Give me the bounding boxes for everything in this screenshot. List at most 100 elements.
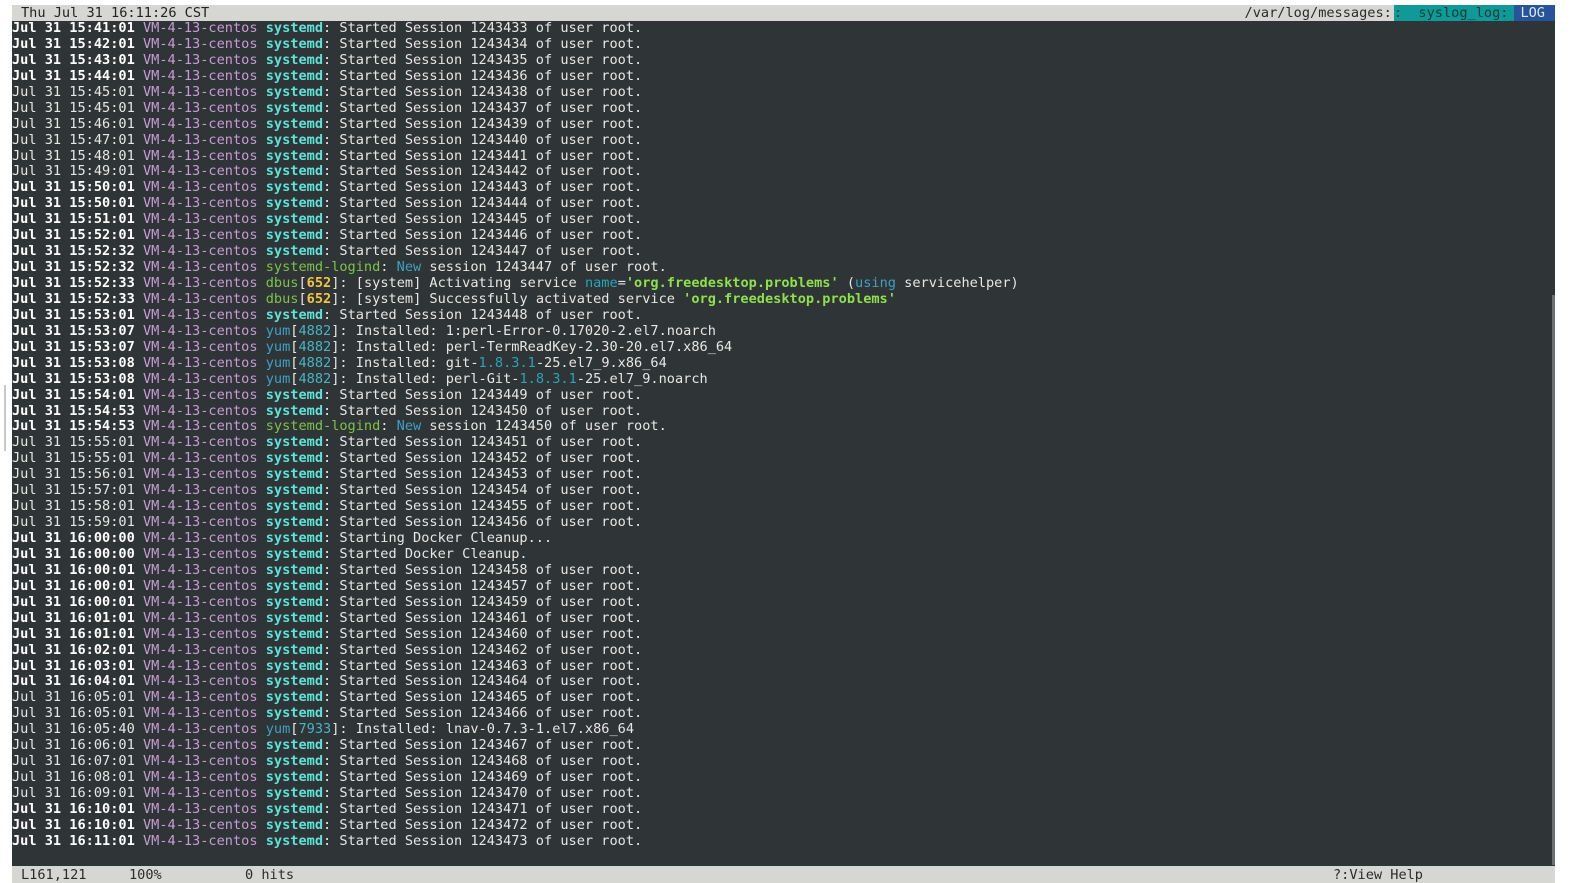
log-hostname: VM-4-13-centos bbox=[142, 386, 258, 403]
log-keyword: New bbox=[396, 259, 422, 276]
log-line[interactable]: Jul 31 15:49:01 VM-4-13-centos systemd: … bbox=[12, 163, 1552, 180]
log-timestamp: Jul 31 15:41:01 bbox=[12, 20, 135, 36]
log-line[interactable]: Jul 31 16:06:01 VM-4-13-centos systemd: … bbox=[12, 737, 1552, 754]
log-timestamp: Jul 31 15:50:01 bbox=[12, 195, 135, 212]
log-message: : Started Session 1243473 of user root. bbox=[323, 832, 643, 849]
log-line[interactable]: Jul 31 15:45:01 VM-4-13-centos systemd: … bbox=[12, 99, 1552, 117]
log-line[interactable]: Jul 31 16:00:00 VM-4-13-centos systemd: … bbox=[12, 546, 1552, 563]
log-process: systemd bbox=[265, 195, 324, 212]
log-line[interactable]: Jul 31 16:00:01 VM-4-13-centos systemd: … bbox=[12, 562, 1552, 579]
log-hostname: VM-4-13-centos bbox=[142, 753, 258, 770]
log-hostname: VM-4-13-centos bbox=[142, 832, 258, 849]
log-pid: 7933 bbox=[298, 721, 332, 738]
log-process: systemd bbox=[265, 20, 324, 36]
log-process: systemd bbox=[265, 498, 324, 515]
log-line[interactable]: Jul 31 16:11:01 VM-4-13-centos systemd: … bbox=[12, 832, 1552, 850]
log-line[interactable]: Jul 31 16:05:40 VM-4-13-centos yum[7933]… bbox=[12, 721, 1552, 738]
log-timestamp: Jul 31 15:57:01 bbox=[12, 482, 135, 499]
log-line[interactable]: Jul 31 15:57:01 VM-4-13-centos systemd: … bbox=[12, 482, 1552, 499]
log-line[interactable]: Jul 31 16:05:01 VM-4-13-centos systemd: … bbox=[12, 705, 1552, 722]
log-line[interactable]: Jul 31 15:54:53 VM-4-13-centos systemd: … bbox=[12, 402, 1552, 420]
log-line[interactable]: Jul 31 15:52:32 VM-4-13-centos systemd-l… bbox=[12, 259, 1552, 276]
log-process: systemd bbox=[265, 147, 324, 164]
log-line[interactable]: Jul 31 15:52:33 VM-4-13-centos dbus[652]… bbox=[12, 291, 1552, 308]
log-line[interactable]: Jul 31 16:08:01 VM-4-13-centos systemd: … bbox=[12, 769, 1552, 786]
log-line[interactable]: Jul 31 15:50:01 VM-4-13-centos systemd: … bbox=[12, 195, 1552, 212]
log-line[interactable]: Jul 31 15:52:33 VM-4-13-centos dbus[652]… bbox=[12, 275, 1552, 292]
log-line[interactable]: Jul 31 15:43:01 VM-4-13-centos systemd: … bbox=[12, 51, 1552, 69]
log-line[interactable]: Jul 31 15:52:01 VM-4-13-centos systemd: … bbox=[12, 227, 1552, 244]
log-hostname: VM-4-13-centos bbox=[142, 402, 258, 419]
log-timestamp: Jul 31 16:05:01 bbox=[12, 689, 135, 706]
log-line[interactable]: Jul 31 15:54:53 VM-4-13-centos systemd-l… bbox=[12, 418, 1552, 435]
log-line[interactable]: Jul 31 16:00:01 VM-4-13-centos systemd: … bbox=[12, 578, 1552, 595]
log-line[interactable]: Jul 31 16:10:01 VM-4-13-centos systemd: … bbox=[12, 816, 1552, 834]
log-message: : Started Session 1243435 of user root. bbox=[323, 51, 643, 68]
log-process: systemd bbox=[265, 625, 324, 642]
log-line[interactable]: Jul 31 15:53:08 VM-4-13-centos yum[4882]… bbox=[12, 370, 1552, 388]
mode-indicator: LOG bbox=[1514, 5, 1555, 21]
log-timestamp: Jul 31 15:51:01 bbox=[12, 211, 135, 228]
log-process: systemd bbox=[265, 99, 324, 116]
log-line[interactable]: Jul 31 16:00:01 VM-4-13-centos systemd: … bbox=[12, 594, 1552, 611]
log-line[interactable]: Jul 31 15:53:07 VM-4-13-centos yum[4882]… bbox=[12, 338, 1552, 356]
log-hostname: VM-4-13-centos bbox=[142, 816, 258, 833]
log-line[interactable]: Jul 31 15:55:01 VM-4-13-centos systemd: … bbox=[12, 450, 1552, 467]
log-line[interactable]: Jul 31 16:00:00 VM-4-13-centos systemd: … bbox=[12, 530, 1552, 547]
log-hostname: VM-4-13-centos bbox=[142, 83, 258, 100]
log-line[interactable]: Jul 31 15:55:01 VM-4-13-centos systemd: … bbox=[12, 434, 1552, 451]
log-line[interactable]: Jul 31 16:05:01 VM-4-13-centos systemd: … bbox=[12, 689, 1552, 706]
log-message: : Started Session 1243461 of user root. bbox=[323, 609, 643, 626]
log-line[interactable]: Jul 31 15:53:07 VM-4-13-centos yum[4882]… bbox=[12, 323, 1552, 340]
log-hostname: VM-4-13-centos bbox=[142, 338, 258, 355]
log-line[interactable]: Jul 31 16:01:01 VM-4-13-centos systemd: … bbox=[12, 625, 1552, 643]
log-line[interactable]: Jul 31 15:42:01 VM-4-13-centos systemd: … bbox=[12, 36, 1552, 53]
log-process: systemd bbox=[265, 641, 324, 658]
clock: Thu Jul 31 16:11:26 CST bbox=[21, 5, 210, 21]
log-timestamp: Jul 31 15:52:33 bbox=[12, 275, 135, 291]
log-message: -25.el7_9.noarch bbox=[576, 370, 708, 387]
log-line[interactable]: Jul 31 16:01:01 VM-4-13-centos systemd: … bbox=[12, 609, 1552, 627]
log-line[interactable]: Jul 31 15:56:01 VM-4-13-centos systemd: … bbox=[12, 466, 1552, 483]
log-line[interactable]: Jul 31 15:44:01 VM-4-13-centos systemd: … bbox=[12, 67, 1552, 85]
log-process: dbus bbox=[265, 275, 299, 291]
log-process: systemd bbox=[265, 800, 324, 817]
log-hostname: VM-4-13-centos bbox=[142, 769, 258, 786]
scrollbar[interactable] bbox=[1552, 295, 1555, 865]
log-line[interactable]: Jul 31 15:53:08 VM-4-13-centos yum[4882]… bbox=[12, 355, 1552, 372]
log-string: 'org.freedesktop.problems' bbox=[625, 275, 839, 291]
log-timestamp: Jul 31 15:55:01 bbox=[12, 434, 135, 451]
log-process: systemd bbox=[265, 306, 324, 323]
log-line[interactable]: Jul 31 16:02:01 VM-4-13-centos systemd: … bbox=[12, 641, 1552, 659]
log-line[interactable]: Jul 31 15:59:01 VM-4-13-centos systemd: … bbox=[12, 514, 1552, 531]
log-line[interactable]: Jul 31 15:41:01 VM-4-13-centos systemd: … bbox=[12, 20, 1552, 37]
log-timestamp: Jul 31 16:07:01 bbox=[12, 753, 135, 770]
log-timestamp: Jul 31 16:05:40 bbox=[12, 721, 135, 738]
log-line[interactable]: Jul 31 15:58:01 VM-4-13-centos systemd: … bbox=[12, 498, 1552, 515]
log-hostname: VM-4-13-centos bbox=[142, 705, 258, 722]
log-line[interactable]: Jul 31 15:53:01 VM-4-13-centos systemd: … bbox=[12, 306, 1552, 324]
log-line[interactable]: Jul 31 15:51:01 VM-4-13-centos systemd: … bbox=[12, 211, 1552, 228]
log-line[interactable]: Jul 31 16:10:01 VM-4-13-centos systemd: … bbox=[12, 800, 1552, 818]
log-line[interactable]: Jul 31 15:47:01 VM-4-13-centos systemd: … bbox=[12, 132, 1552, 149]
log-line[interactable]: Jul 31 16:09:01 VM-4-13-centos systemd: … bbox=[12, 785, 1552, 802]
log-message: : Started Session 1243438 of user root. bbox=[323, 83, 643, 100]
log-line[interactable]: Jul 31 15:54:01 VM-4-13-centos systemd: … bbox=[12, 386, 1552, 404]
log-line[interactable]: Jul 31 15:46:01 VM-4-13-centos systemd: … bbox=[12, 115, 1552, 133]
format-indicator: : syslog_log: bbox=[1393, 5, 1515, 21]
log-timestamp: Jul 31 15:44:01 bbox=[12, 67, 135, 84]
log-line[interactable]: Jul 31 16:04:01 VM-4-13-centos systemd: … bbox=[12, 673, 1552, 690]
log-line[interactable]: Jul 31 15:48:01 VM-4-13-centos systemd: … bbox=[12, 147, 1552, 165]
log-line[interactable]: Jul 31 16:07:01 VM-4-13-centos systemd: … bbox=[12, 753, 1552, 770]
log-timestamp: Jul 31 15:46:01 bbox=[12, 115, 135, 132]
log-timestamp: Jul 31 16:10:01 bbox=[12, 816, 135, 833]
log-line[interactable]: Jul 31 15:45:01 VM-4-13-centos systemd: … bbox=[12, 83, 1552, 101]
log-hostname: VM-4-13-centos bbox=[142, 195, 258, 212]
log-line[interactable]: Jul 31 15:52:32 VM-4-13-centos systemd: … bbox=[12, 243, 1552, 260]
log-line[interactable]: Jul 31 15:50:01 VM-4-13-centos systemd: … bbox=[12, 179, 1552, 196]
log-process: systemd bbox=[265, 785, 324, 801]
log-process: systemd bbox=[265, 227, 324, 244]
log-line[interactable]: Jul 31 16:03:01 VM-4-13-centos systemd: … bbox=[12, 658, 1552, 675]
log-process: systemd bbox=[265, 737, 324, 754]
log-view[interactable]: Jul 31 15:41:01 VM-4-13-centos systemd: … bbox=[12, 20, 1552, 865]
